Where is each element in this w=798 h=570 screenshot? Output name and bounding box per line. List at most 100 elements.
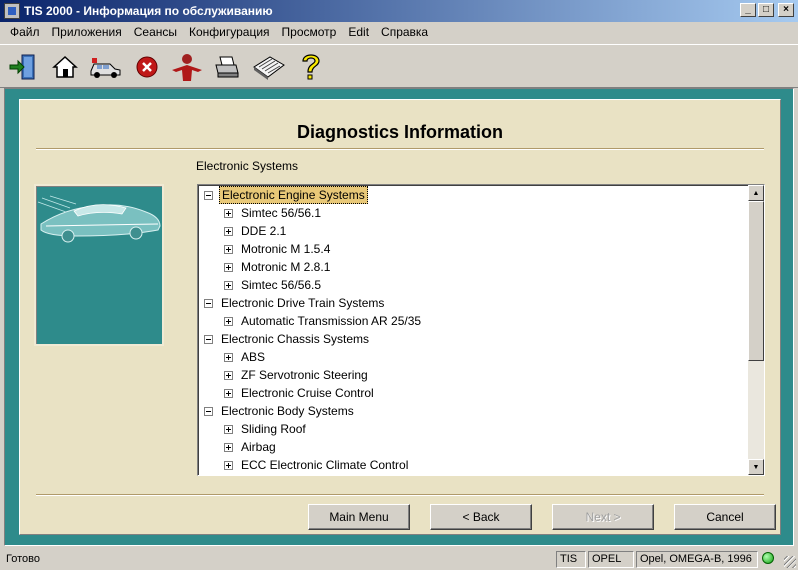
next-button: Next > — [552, 504, 654, 530]
collapse-icon[interactable] — [204, 406, 213, 416]
tree-item-label: Simtec 56/56.1 — [241, 206, 322, 220]
expand-icon[interactable] — [224, 244, 233, 254]
expand-icon[interactable] — [224, 460, 233, 470]
menu-view[interactable]: Просмотр — [276, 25, 343, 39]
tree-item[interactable]: ECC Electronic Climate Control — [224, 456, 410, 474]
status-app: TIS — [556, 551, 586, 568]
tree-category[interactable]: Electronic Body Systems — [204, 402, 356, 420]
manual-button[interactable] — [252, 51, 286, 83]
expand-icon[interactable] — [224, 280, 233, 290]
help-button[interactable] — [294, 51, 328, 83]
tree-item[interactable]: Airbag — [224, 438, 278, 456]
title-divider — [36, 148, 764, 150]
close-button[interactable]: × — [778, 3, 794, 17]
expand-icon[interactable] — [224, 424, 233, 434]
footer-divider — [36, 494, 764, 496]
expand-icon[interactable] — [224, 316, 233, 326]
home-icon — [52, 55, 78, 78]
tree-item[interactable]: ABS — [224, 348, 267, 366]
book-icon — [253, 56, 285, 80]
vehicle-image — [34, 184, 164, 346]
collapse-icon[interactable] — [204, 298, 213, 308]
tree-category[interactable]: Electronic Drive Train Systems — [204, 294, 386, 312]
back-button[interactable]: < Back — [430, 504, 532, 530]
printer-icon — [215, 56, 239, 78]
tree-item[interactable]: Simtec 56/56.5 — [224, 276, 323, 294]
status-text: Готово — [6, 553, 40, 565]
tree-category[interactable]: Electronic Engine Systems — [204, 186, 368, 204]
exit-button[interactable] — [6, 51, 40, 83]
tree-category[interactable]: Electronic Chassis Systems — [204, 330, 371, 348]
vehicle-button[interactable] — [88, 51, 122, 83]
main-menu-button[interactable]: Main Menu — [308, 504, 410, 530]
tree-item-label: Simtec 56/56.5 — [241, 278, 322, 292]
status-vehicle: Opel, OMEGA-B, 1996 — [636, 551, 758, 568]
resize-grip[interactable] — [784, 556, 796, 568]
tree-item-label: Automatic Transmission AR 25/35 — [241, 314, 422, 328]
menu-edit[interactable]: Edit — [342, 25, 375, 39]
tree-item[interactable]: Simtec 56/56.1 — [224, 204, 323, 222]
tree-item-label: ECC Electronic Climate Control — [241, 458, 409, 472]
collapse-icon[interactable] — [204, 334, 213, 344]
scroll-up-button[interactable]: ▲ — [748, 185, 764, 201]
menu-applications[interactable]: Приложения — [46, 25, 128, 39]
car-illustration — [37, 195, 161, 243]
tree-item-label: Motronic M 1.5.4 — [241, 242, 331, 256]
expand-icon[interactable] — [224, 370, 233, 380]
expand-icon[interactable] — [224, 442, 233, 452]
home-button[interactable] — [48, 51, 82, 83]
tree-item[interactable]: Motronic M 1.5.4 — [224, 240, 332, 258]
content-panel: Diagnostics Information Electronic Syste… — [19, 99, 781, 535]
menu-help[interactable]: Справка — [375, 25, 434, 39]
expand-icon[interactable] — [224, 262, 233, 272]
tree-item-label: Motronic M 2.8.1 — [241, 260, 331, 274]
tree-item[interactable]: Motronic M 2.8.1 — [224, 258, 332, 276]
scroll-thumb[interactable] — [748, 201, 764, 361]
window-title: TIS 2000 - Информация по обслуживанию — [24, 4, 273, 18]
status-bar: Готово TIS OPEL Opel, OMEGA-B, 1996 — [0, 548, 798, 570]
app-icon[interactable] — [4, 3, 20, 19]
help-icon — [302, 54, 320, 80]
print-button[interactable] — [210, 51, 244, 83]
expand-icon[interactable] — [224, 226, 233, 236]
menu-file[interactable]: Файл — [4, 25, 46, 39]
tree-item-label: Electronic Cruise Control — [241, 386, 374, 400]
collapse-icon[interactable] — [204, 190, 213, 200]
status-make: OPEL — [588, 551, 634, 568]
tree-item[interactable]: Electronic Cruise Control — [224, 384, 376, 402]
tree-item-label: ABS — [241, 350, 266, 364]
tree-item-label: Airbag — [241, 440, 276, 454]
menu-sessions[interactable]: Сеансы — [128, 25, 183, 39]
toolbar — [0, 44, 798, 88]
stop-button[interactable] — [130, 51, 164, 83]
expand-icon[interactable] — [224, 208, 233, 218]
scroll-down-button[interactable]: ▼ — [748, 459, 764, 475]
main-frame: Diagnostics Information Electronic Syste… — [4, 88, 794, 546]
vehicle-icon — [90, 58, 121, 78]
menu-bar: Файл Приложения Сеансы Конфигурация Прос… — [0, 22, 798, 42]
expand-icon[interactable] — [224, 388, 233, 398]
cancel-button[interactable]: Cancel — [674, 504, 776, 530]
exit-icon — [9, 54, 35, 80]
title-bar[interactable]: TIS 2000 - Информация по обслуживанию _ … — [0, 0, 798, 22]
tree-item-label: Electronic Drive Train Systems — [221, 296, 385, 310]
maximize-button[interactable]: □ — [758, 3, 774, 17]
tree-item-label: ZF Servotronic Steering — [241, 368, 368, 382]
page-title: Diagnostics Information — [296, 122, 503, 142]
tree-item[interactable]: DDE 2.1 — [224, 222, 288, 240]
person-icon — [172, 54, 202, 81]
section-label: Electronic Systems — [196, 159, 299, 173]
stop-icon — [136, 56, 158, 78]
tree-item[interactable]: Sliding Roof — [224, 420, 308, 438]
minimize-button[interactable]: _ — [740, 3, 756, 17]
tree-item-label: Electronic Engine Systems — [219, 186, 368, 204]
person-button[interactable] — [170, 51, 204, 83]
tree-item[interactable]: Automatic Transmission AR 25/35 — [224, 312, 423, 330]
tree-scrollbar[interactable]: ▲ ▼ — [748, 185, 764, 475]
tree-item[interactable]: ZF Servotronic Steering — [224, 366, 370, 384]
systems-tree[interactable]: Electronic Engine Systems Simtec 56/56.1 D… — [197, 184, 765, 476]
menu-configuration[interactable]: Конфигурация — [183, 25, 276, 39]
tree-item-label: Sliding Roof — [241, 422, 306, 436]
expand-icon[interactable] — [224, 352, 233, 362]
tree-item-label: Electronic Chassis Systems — [221, 332, 370, 346]
